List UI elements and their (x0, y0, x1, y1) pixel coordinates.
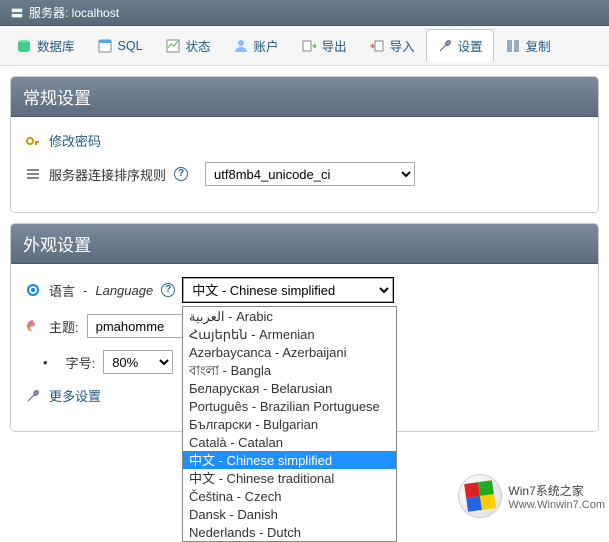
wrench-icon (437, 38, 453, 54)
accounts-icon (233, 38, 249, 54)
tab-accounts[interactable]: 账户 (222, 29, 290, 62)
language-dropdown[interactable]: العربية - ArabicՀայերեն - ArmenianAzərba… (182, 306, 397, 542)
theme-select[interactable]: pmahomme (87, 314, 197, 338)
language-option[interactable]: Português - Brazilian Portuguese (183, 397, 396, 415)
watermark-line1: Win7系统之家 (508, 482, 605, 499)
wrench-icon (25, 388, 41, 404)
breadcrumb-text: 服务器: localhost (29, 4, 119, 21)
tab-status[interactable]: 状态 (154, 29, 222, 62)
language-option[interactable]: 中文 - Chinese simplified (183, 451, 396, 469)
watermark: Win7系统之家 Www.Winwin7.Com (454, 472, 609, 520)
collation-label: 服务器连接排序规则 (49, 165, 166, 184)
language-label-en: Language (95, 283, 153, 298)
language-option[interactable]: Беларуская - Belarusian (183, 379, 396, 397)
import-icon (369, 38, 385, 54)
replication-icon (505, 38, 521, 54)
language-label-zh: 语言 (49, 281, 75, 300)
help-icon[interactable]: ? (161, 283, 175, 297)
language-option[interactable]: العربية - Arabic (183, 307, 396, 325)
language-select[interactable]: 中文 - Chinese simplified (183, 278, 393, 302)
sql-icon (97, 38, 113, 54)
breadcrumb: 服务器: localhost (0, 0, 609, 26)
language-option[interactable]: 中文 - Chinese traditional (183, 469, 396, 487)
section-general: 常规设置 修改密码 服务器连接排序规则 ? utf8mb4_unicode_ci (10, 76, 599, 213)
change-password-link[interactable]: 修改密码 (49, 131, 101, 150)
logo-icon (458, 474, 502, 518)
language-option[interactable]: Català - Catalan (183, 433, 396, 451)
tab-import[interactable]: 导入 (358, 29, 426, 62)
tab-database[interactable]: 数据库 (5, 29, 86, 62)
section-appearance-title: 外观设置 (11, 224, 598, 264)
font-size-label: 字号: (66, 353, 96, 372)
export-icon (301, 38, 317, 54)
language-option[interactable]: Azərbaycanca - Azerbaijani (183, 343, 396, 361)
font-size-select[interactable]: 80% (103, 350, 173, 374)
language-option[interactable]: Български - Bulgarian (183, 415, 396, 433)
tab-replication[interactable]: 复制 (494, 29, 562, 62)
collation-select[interactable]: utf8mb4_unicode_ci (205, 162, 415, 186)
section-general-title: 常规设置 (11, 77, 598, 117)
toolbar: 数据库 SQL 状态 账户 导出 导入 设置 复制 (0, 26, 609, 66)
help-icon[interactable]: ? (174, 167, 188, 181)
key-icon (25, 133, 41, 149)
status-icon (165, 38, 181, 54)
language-option[interactable]: Nederlands - Dutch (183, 523, 396, 541)
database-icon (16, 38, 32, 54)
server-icon (10, 6, 24, 20)
theme-icon (25, 318, 41, 334)
language-option[interactable]: Հայերեն - Armenian (183, 325, 396, 343)
language-option[interactable]: Čeština - Czech (183, 487, 396, 505)
theme-label: 主题: (49, 317, 79, 336)
watermark-line2: Www.Winwin7.Com (508, 499, 605, 511)
language-option[interactable]: Dansk - Danish (183, 505, 396, 523)
language-icon (25, 282, 41, 298)
more-settings-link[interactable]: 更多设置 (49, 386, 101, 405)
tab-sql[interactable]: SQL (86, 29, 154, 62)
tab-settings[interactable]: 设置 (426, 29, 494, 62)
collation-icon (25, 166, 41, 182)
tab-export[interactable]: 导出 (290, 29, 358, 62)
language-option[interactable]: বাংলা - Bangla (183, 361, 396, 379)
